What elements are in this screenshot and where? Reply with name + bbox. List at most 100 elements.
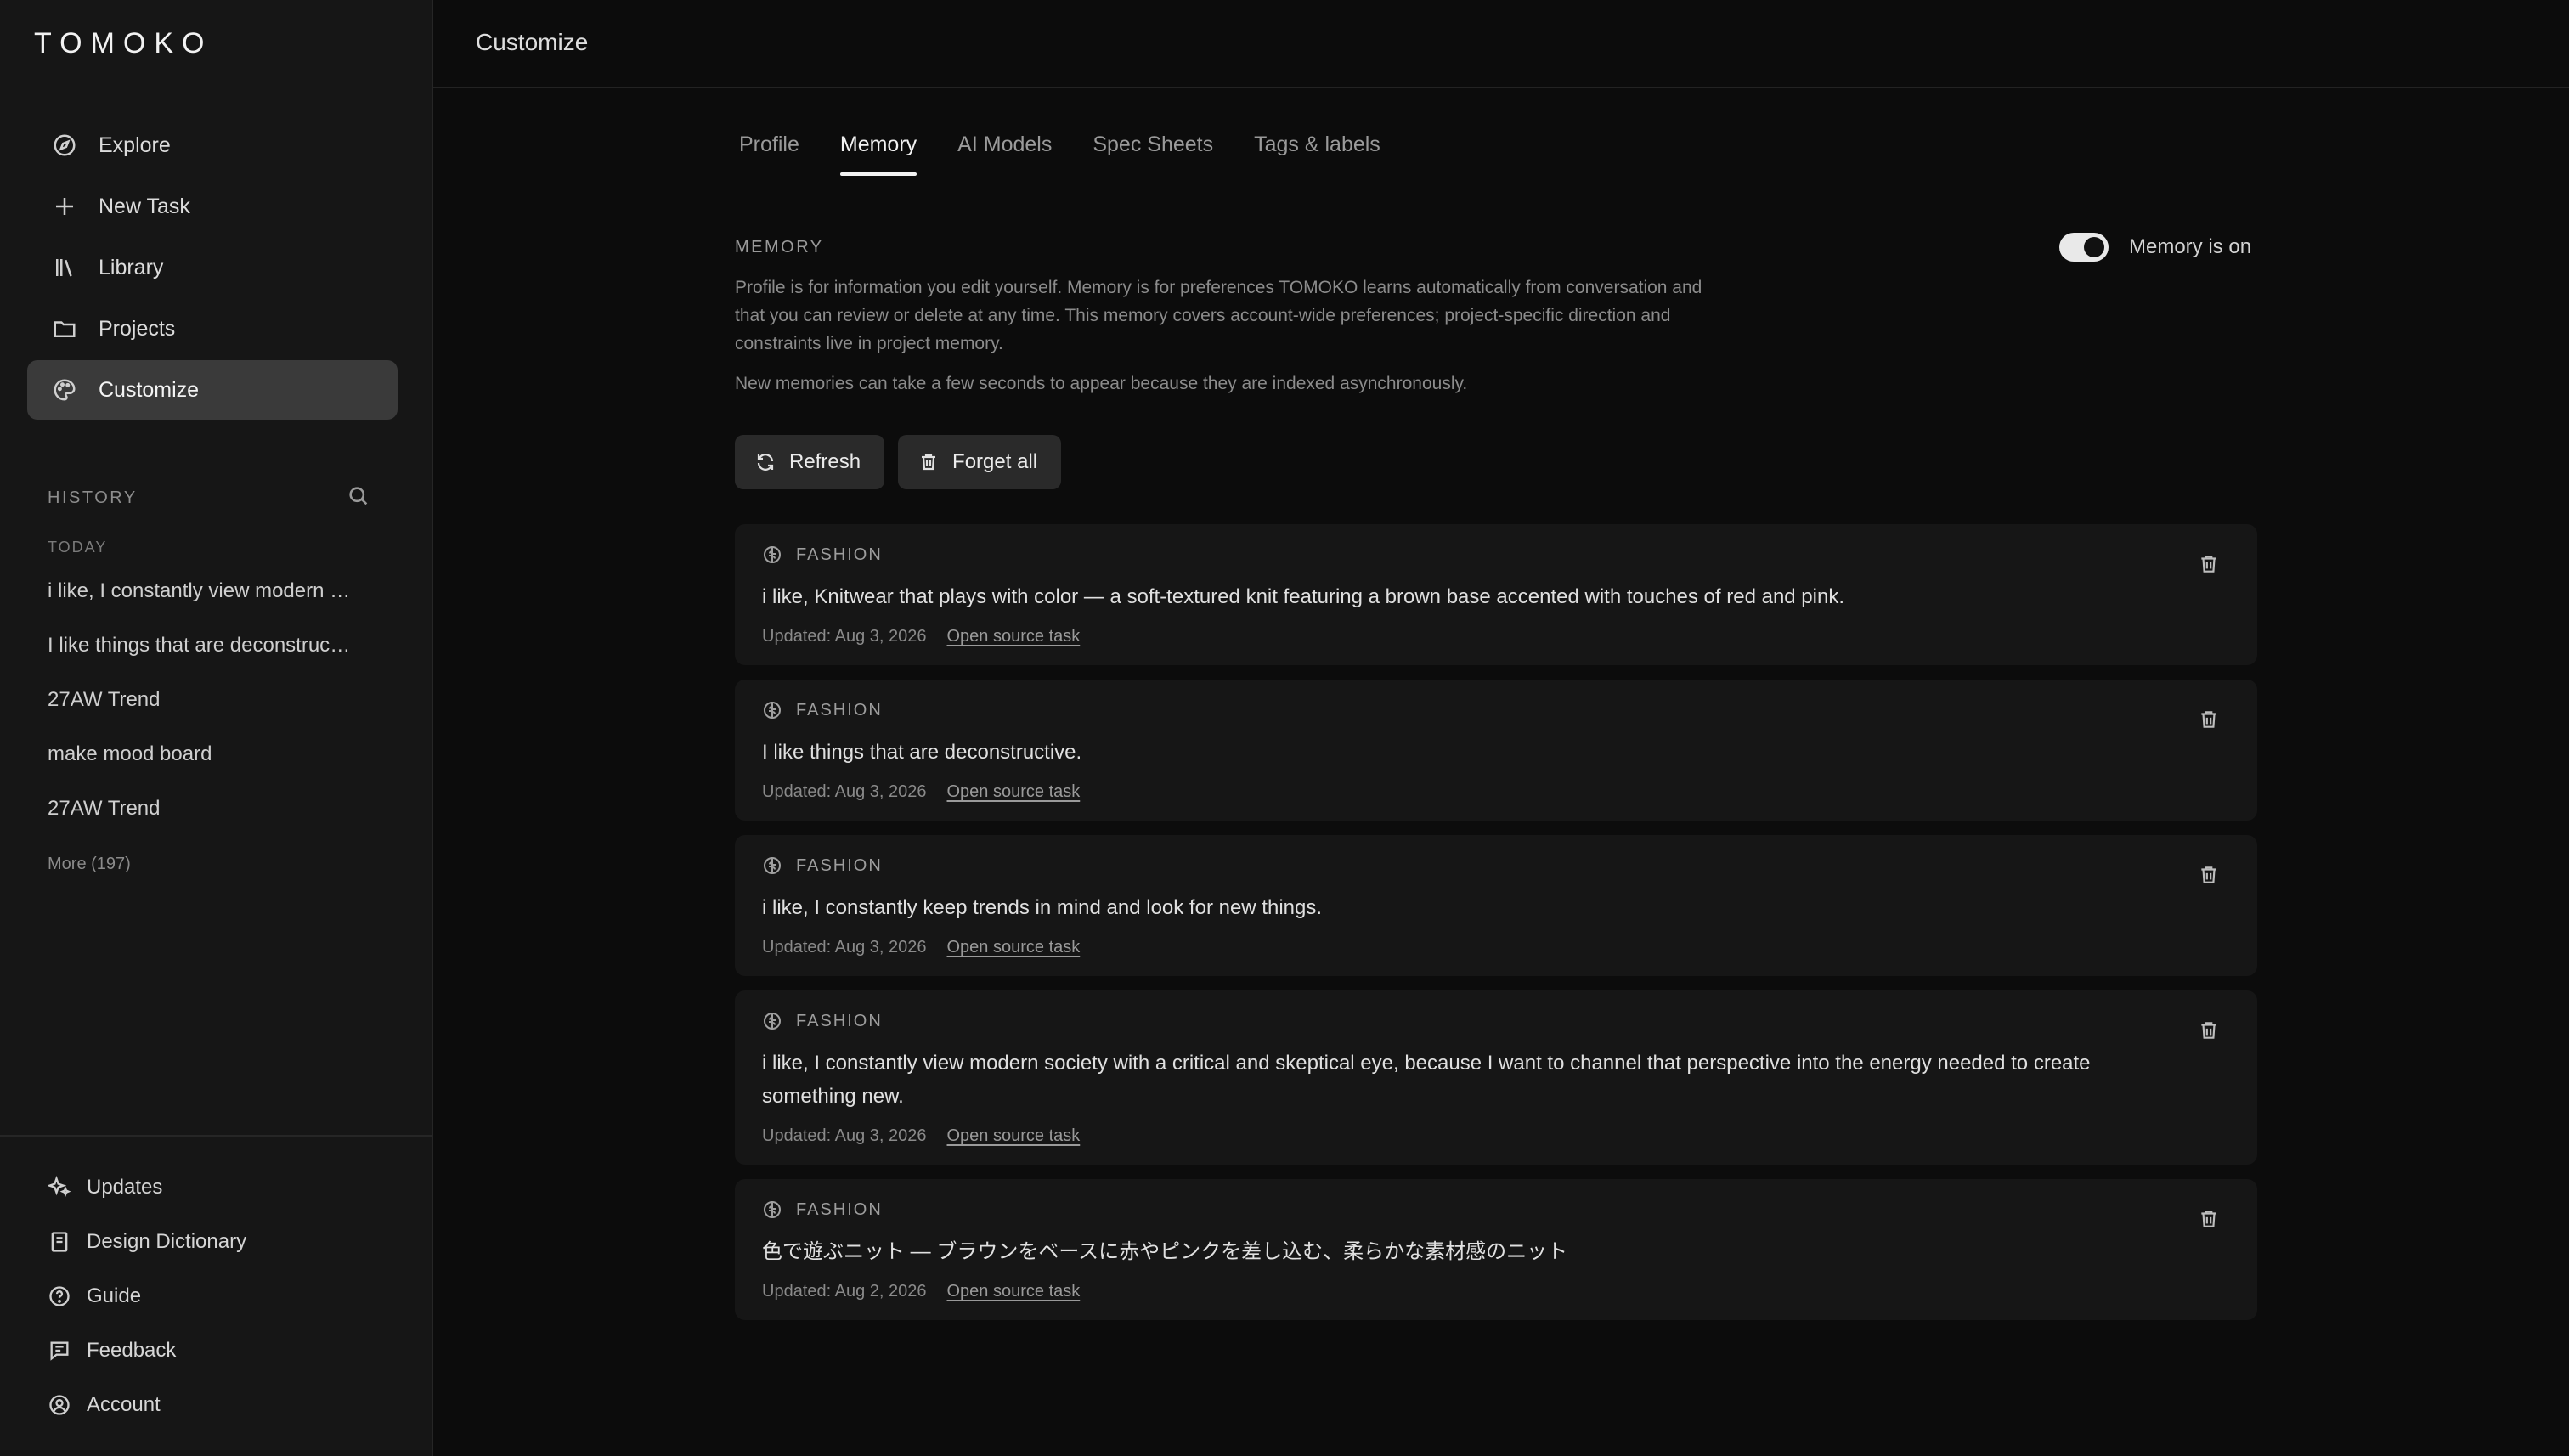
brain-icon [764, 702, 781, 719]
open-source-task-link[interactable]: Open source task [947, 1126, 1081, 1146]
trash-icon [2201, 866, 2216, 883]
memory-text: i like, I constantly view modern society… [762, 1052, 2091, 1108]
memory-updated: Updated: Aug 3, 2026 [762, 782, 927, 801]
history-list: i like, I constantly view modern society… [48, 569, 353, 841]
memory-meta: Updated: Aug 3, 2026 Open source task [762, 627, 2121, 646]
nav-item-updates[interactable]: Updates [48, 1160, 404, 1215]
memory-category-label: FASHION [796, 545, 883, 564]
memory-updated: Updated: Aug 3, 2026 [762, 627, 927, 646]
history-group-label: TODAY [48, 539, 108, 556]
delete-memory-button[interactable] [2198, 1019, 2220, 1041]
top-bar: Customize [433, 0, 2569, 88]
memory-meta: Updated: Aug 3, 2026 Open source task [762, 1126, 2121, 1146]
nav-item-label: Library [99, 255, 164, 279]
memory-category-label: FASHION [796, 1011, 883, 1030]
memory-category: FASHION [762, 545, 2121, 565]
nav-item-label: Account [87, 1393, 161, 1416]
memory-updated: Updated: Aug 3, 2026 [762, 938, 927, 957]
refresh-label: Refresh [789, 450, 861, 473]
book-icon [48, 1230, 71, 1254]
tab-ai-models[interactable]: AI Models [957, 133, 1052, 176]
nav-item-explore[interactable]: Explore [27, 116, 398, 175]
memory-card: FASHION i like, I constantly view modern… [735, 990, 2257, 1165]
settings-tabs: Profile Memory AI Models Spec Sheets Tag… [739, 133, 1421, 176]
section-label: MEMORY [735, 238, 824, 257]
open-source-task-link[interactable]: Open source task [947, 627, 1081, 646]
history-item[interactable]: 27AW Trend [48, 787, 353, 841]
sparkle-icon [48, 1176, 71, 1199]
delete-memory-button[interactable] [2198, 708, 2220, 731]
app-logo[interactable]: TOMOKO [34, 27, 213, 60]
tab-memory[interactable]: Memory [839, 133, 918, 176]
memory-card: FASHION i like, Knitwear that plays with… [735, 524, 2257, 665]
open-source-task-link[interactable]: Open source task [947, 938, 1081, 957]
memory-card: FASHION 色で遊ぶニット — ブラウンをベースに赤やピンクを差し込む、柔ら… [735, 1179, 2257, 1320]
memory-text: i like, Knitwear that plays with color —… [762, 585, 1845, 608]
brain-icon [764, 546, 781, 563]
memory-category-label: FASHION [796, 855, 883, 875]
memory-text: i like, I constantly keep trends in mind… [762, 896, 1323, 919]
nav-item-design-dictionary[interactable]: Design Dictionary [48, 1215, 404, 1269]
history-more-link[interactable]: More (197) [48, 855, 131, 874]
history-item[interactable]: I like things that are deconstructive. [48, 624, 353, 678]
nav-item-guide[interactable]: Guide [48, 1269, 404, 1323]
history-item[interactable]: make mood board [48, 732, 353, 787]
nav-item-label: Updates [87, 1176, 163, 1199]
history-title: HISTORY [48, 488, 138, 507]
memory-toggle[interactable] [2059, 233, 2109, 262]
memory-list: FASHION i like, Knitwear that plays with… [735, 524, 2257, 1335]
folder-icon [51, 315, 78, 342]
nav-item-label: Feedback [87, 1339, 177, 1362]
plus-icon [51, 193, 78, 220]
memory-category: FASHION [762, 855, 2121, 876]
forget-all-label: Forget all [952, 450, 1038, 473]
nav-item-account[interactable]: Account [48, 1378, 404, 1432]
nav-item-feedback[interactable]: Feedback [48, 1323, 404, 1378]
memory-note: New memories can take a few seconds to a… [735, 374, 1468, 393]
memory-text: 色で遊ぶニット — ブラウンをベースに赤やピンクを差し込む、柔らかな素材感のニッ… [762, 1240, 1568, 1263]
divider [0, 1135, 432, 1137]
nav-item-label: New Task [99, 194, 190, 218]
tab-profile[interactable]: Profile [739, 133, 799, 176]
forget-all-button[interactable]: Forget all [898, 435, 1062, 489]
memory-updated: Updated: Aug 2, 2026 [762, 1282, 927, 1301]
refresh-icon [757, 454, 774, 471]
open-source-task-link[interactable]: Open source task [947, 1282, 1081, 1301]
memory-category-label: FASHION [796, 700, 883, 720]
memory-category: FASHION [762, 700, 2121, 720]
library-icon [51, 254, 78, 281]
nav-item-customize[interactable]: Customize [27, 360, 398, 420]
compass-icon [51, 132, 78, 159]
nav-item-new-task[interactable]: New Task [27, 177, 398, 236]
tab-tags-labels[interactable]: Tags & labels [1254, 133, 1380, 176]
memory-category-label: FASHION [796, 1199, 883, 1219]
trash-icon [2201, 1022, 2216, 1039]
history-item[interactable]: i like, I constantly view modern society… [48, 569, 353, 624]
delete-memory-button[interactable] [2198, 553, 2220, 575]
nav-item-label: Projects [99, 316, 176, 341]
memory-meta: Updated: Aug 3, 2026 Open source task [762, 938, 2121, 957]
main-nav: Explore New Task Library Projects Custom… [27, 116, 398, 421]
delete-memory-button[interactable] [2198, 864, 2220, 886]
trash-icon [2201, 711, 2216, 728]
trash-icon [922, 454, 936, 471]
help-circle-icon [48, 1284, 71, 1308]
memory-meta: Updated: Aug 3, 2026 Open source task [762, 782, 2121, 802]
brain-icon [764, 857, 781, 874]
nav-item-projects[interactable]: Projects [27, 299, 398, 358]
search-icon[interactable] [347, 484, 370, 512]
nav-item-label: Explore [99, 133, 171, 157]
open-source-task-link[interactable]: Open source task [947, 782, 1081, 802]
memory-updated: Updated: Aug 3, 2026 [762, 1126, 927, 1145]
trash-icon [2201, 1211, 2216, 1227]
memory-description: Profile is for information you edit your… [735, 278, 1702, 353]
history-item[interactable]: 27AW Trend [48, 678, 353, 732]
delete-memory-button[interactable] [2198, 1208, 2220, 1230]
memory-toggle-label: Memory is on [2129, 235, 2252, 258]
nav-item-library[interactable]: Library [27, 238, 398, 297]
memory-card: FASHION I like things that are deconstru… [735, 680, 2257, 821]
refresh-button[interactable]: Refresh [735, 435, 885, 489]
memory-card: FASHION i like, I constantly keep trends… [735, 835, 2257, 976]
tab-spec-sheets[interactable]: Spec Sheets [1093, 133, 1213, 176]
memory-actions: Refresh Forget all [735, 435, 1075, 489]
